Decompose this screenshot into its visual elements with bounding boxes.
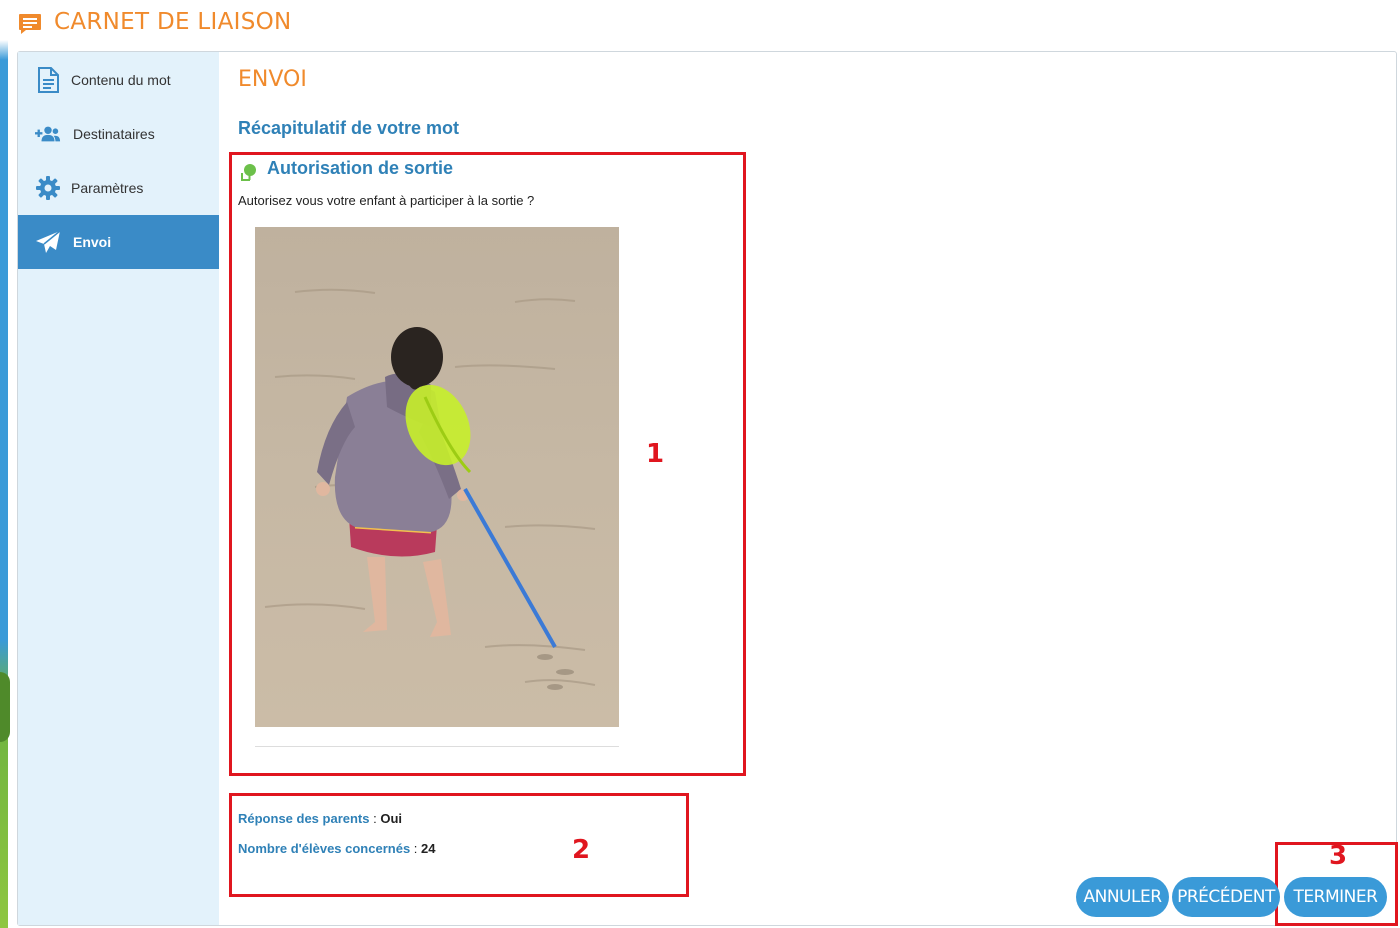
page-header: CARNET DE LIAISON <box>18 0 1400 44</box>
annotation-number-3: 3 <box>1329 841 1348 871</box>
summary-title: Récapitulatif de votre mot <box>238 118 460 138</box>
annotation-number-1: 1 <box>646 439 665 469</box>
sidebar-item-destinataires[interactable]: Destinataires <box>18 107 219 161</box>
annotation-box-2 <box>229 793 689 897</box>
previous-button[interactable]: PRÉCÉDENT <box>1172 877 1280 917</box>
users-add-icon <box>35 121 61 147</box>
annotation-box-1 <box>229 152 746 776</box>
sidebar-item-label: Paramètres <box>71 180 144 196</box>
sidebar-item-parametres[interactable]: Paramètres <box>18 161 219 215</box>
paper-plane-icon <box>35 229 61 255</box>
app-title: CARNET DE LIAISON <box>54 9 292 35</box>
gear-icon <box>35 175 61 201</box>
sidebar-item-label: Contenu du mot <box>71 72 171 88</box>
wizard-sidebar: Contenu du mot Destinataires Paramètres … <box>18 52 219 925</box>
document-icon <box>35 67 61 93</box>
message-icon <box>18 13 42 35</box>
cancel-button[interactable]: ANNULER <box>1076 877 1169 917</box>
left-edge-decoration <box>0 0 8 928</box>
sidebar-item-label: Destinataires <box>73 126 155 142</box>
sidebar-item-contenu[interactable]: Contenu du mot <box>18 53 219 107</box>
left-edge-decoration-bump <box>0 672 10 742</box>
sidebar-item-label: Envoi <box>73 234 112 250</box>
sidebar-item-envoi[interactable]: Envoi <box>18 215 219 269</box>
finish-button[interactable]: TERMINER <box>1284 877 1387 917</box>
section-title: ENVOI <box>238 67 307 92</box>
annotation-number-2: 2 <box>572 835 591 865</box>
